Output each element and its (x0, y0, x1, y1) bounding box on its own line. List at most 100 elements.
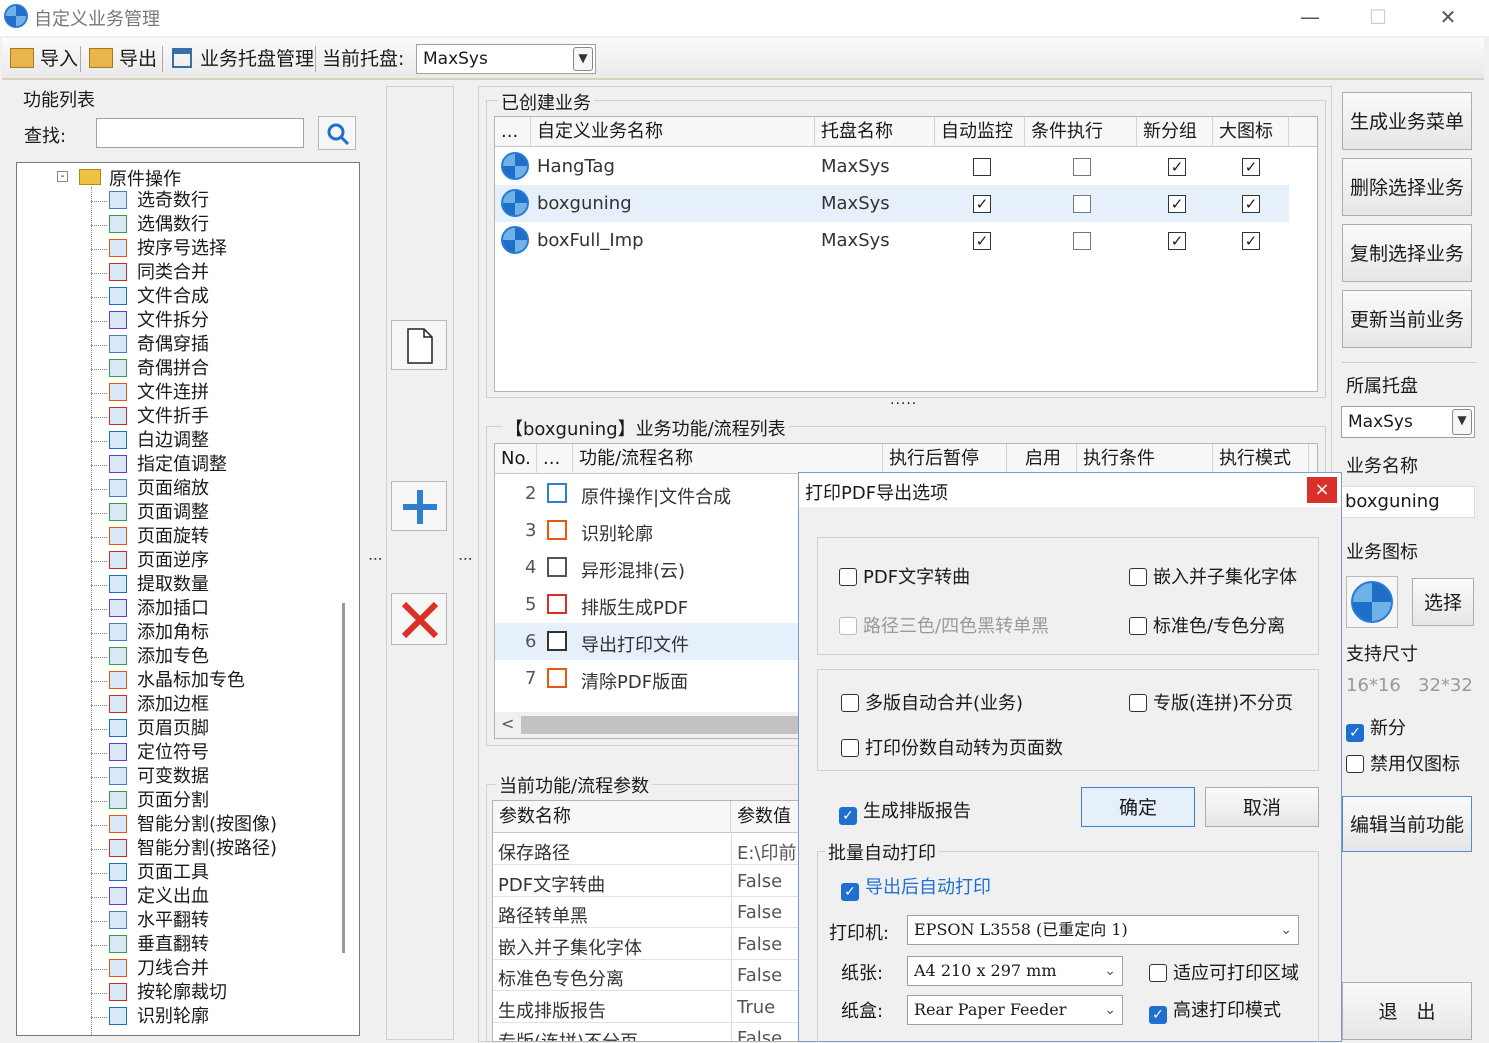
auto-print-checkbox[interactable]: ✓ 导出后自动打印 (841, 873, 991, 901)
tree-item[interactable]: 文件合成 (91, 285, 209, 309)
path-black-checkbox[interactable]: 路径三色/四色黑转单黑 (839, 612, 1049, 638)
tree-item[interactable]: 奇偶穿插 (91, 333, 209, 357)
import-button[interactable]: 导入 (40, 46, 78, 72)
tray-select[interactable]: Rear Paper Feeder ⌄ (907, 995, 1123, 1025)
tree-item[interactable]: 按序号选择 (91, 237, 227, 261)
color-separation-checkbox[interactable]: 标准色/专色分离 (1129, 612, 1285, 638)
vertical-splitter-mid[interactable]: ⋮ (457, 552, 473, 566)
checkbox-cond[interactable] (1073, 232, 1091, 250)
tree-item[interactable]: 添加插口 (91, 597, 209, 621)
generate-report-checkbox[interactable]: ✓ 生成排版报告 (839, 797, 971, 825)
search-input[interactable] (96, 118, 304, 148)
export-button[interactable]: 导出 (119, 46, 157, 72)
maximize-button[interactable]: ☐ (1348, 2, 1408, 32)
new-group-checkbox[interactable]: ✓ 新分 (1346, 714, 1406, 742)
col-header[interactable]: 执行条件 (1077, 444, 1213, 474)
checkbox-cond[interactable] (1073, 158, 1091, 176)
new-file-button[interactable] (391, 320, 447, 370)
tree-item[interactable]: 添加专色 (91, 645, 209, 669)
col-header[interactable]: 新分组 (1137, 117, 1213, 147)
tree-item[interactable]: 定义出血 (91, 885, 209, 909)
scroll-left-button[interactable]: < (501, 714, 514, 733)
tree-item[interactable]: 水晶标加专色 (91, 669, 245, 693)
paper-select[interactable]: A4 210 x 297 mm ⌄ (907, 956, 1123, 986)
tree-item[interactable]: 添加角标 (91, 621, 209, 645)
tree-item[interactable]: 页面工具 (91, 861, 209, 885)
col-header[interactable]: 参数名称 (493, 801, 731, 833)
checkbox-big[interactable]: ✓ (1242, 158, 1260, 176)
tree-item[interactable]: 可变数据 (91, 765, 209, 789)
tree-item[interactable]: 页面缩放 (91, 477, 209, 501)
current-host-select[interactable]: MaxSys ▼ (416, 44, 596, 74)
tree-item[interactable]: 选奇数行 (91, 189, 209, 213)
tree-item[interactable]: 页面调整 (91, 501, 209, 525)
collapse-icon[interactable]: - (57, 170, 68, 182)
param-row[interactable]: 标准色专色分离 False (493, 960, 799, 991)
col-header[interactable]: 大图标 (1213, 117, 1289, 147)
copies-to-pages-checkbox[interactable]: 打印份数自动转为页面数 (841, 734, 1063, 760)
col-header[interactable]: 自定义业务名称 (531, 117, 815, 147)
param-row[interactable]: 嵌入并子集化字体 False (493, 928, 799, 960)
tree-root-label[interactable]: 原件操作 (109, 165, 181, 191)
fast-print-checkbox[interactable]: ✓ 高速打印模式 (1149, 996, 1281, 1024)
tree-item[interactable]: 水平翻转 (91, 909, 209, 933)
tree-item[interactable]: 白边调整 (91, 429, 209, 453)
remove-function-button[interactable] (391, 593, 447, 645)
tree-item[interactable]: 奇偶拼合 (91, 357, 209, 381)
col-header[interactable]: 托盘名称 (815, 117, 935, 147)
business-name-input[interactable]: boxguning (1341, 486, 1475, 518)
generate-menu-button[interactable]: 生成业务菜单 (1342, 92, 1472, 150)
col-header[interactable]: 自动监控 (935, 117, 1025, 147)
checkbox-big[interactable]: ✓ (1242, 195, 1260, 213)
fit-printable-checkbox[interactable]: 适应可打印区域 (1149, 959, 1299, 985)
tree-item[interactable]: 选偶数行 (91, 213, 209, 237)
tree-item[interactable]: 文件折手 (91, 405, 209, 429)
checkbox-auto[interactable]: ✓ (973, 232, 991, 250)
host-select[interactable]: MaxSys ▼ (1341, 406, 1475, 438)
checkbox-auto[interactable] (973, 158, 991, 176)
tree-item[interactable]: 按轮廓裁切 (91, 981, 227, 1005)
tree-item[interactable]: 提取数量 (91, 573, 209, 597)
no-page-split-checkbox[interactable]: 专版(连拼)不分页 (1129, 689, 1293, 715)
embed-font-checkbox[interactable]: 嵌入并子集化字体 (1129, 563, 1297, 589)
tree-scrollbar[interactable] (342, 603, 345, 953)
vertical-splitter-left[interactable]: ⋮ (367, 552, 383, 566)
tree-item[interactable]: 智能分割(按图像) (91, 813, 277, 837)
tree-item[interactable]: 页面分割 (91, 789, 209, 813)
delete-selected-button[interactable]: 删除选择业务 (1342, 158, 1472, 216)
tree-item[interactable]: 智能分割(按路径) (91, 837, 277, 861)
checkbox-group[interactable]: ✓ (1168, 232, 1186, 250)
choose-icon-button[interactable]: 选择 (1412, 578, 1474, 626)
param-row[interactable]: 保存路径 E:\印前 (493, 834, 799, 865)
tree-item[interactable]: 识别轮廓 (91, 1005, 209, 1029)
tree-item[interactable]: 定位符号 (91, 741, 209, 765)
col-header[interactable]: 启用 (1007, 444, 1077, 474)
tree-item[interactable]: 同类合并 (91, 261, 209, 285)
checkbox-group[interactable]: ✓ (1168, 158, 1186, 176)
checkbox-auto[interactable]: ✓ (973, 195, 991, 213)
ok-button[interactable]: 确定 (1081, 787, 1195, 827)
col-header[interactable]: 参数值 (731, 801, 801, 833)
table-row[interactable]: boxguning MaxSys ✓ ✓ ✓ (495, 185, 1289, 222)
table-row[interactable]: HangTag MaxSys ✓ ✓ (495, 148, 1289, 185)
search-button[interactable] (318, 116, 356, 150)
text-curve-checkbox[interactable]: PDF文字转曲 (839, 563, 970, 589)
checkbox-big[interactable]: ✓ (1242, 232, 1260, 250)
tree-item[interactable]: 刀线合并 (91, 957, 209, 981)
dialog-close-button[interactable]: × (1307, 477, 1337, 503)
copy-selected-button[interactable]: 复制选择业务 (1342, 224, 1472, 282)
update-current-button[interactable]: 更新当前业务 (1342, 290, 1472, 348)
minimize-button[interactable]: — (1280, 2, 1340, 32)
scroll-thumb[interactable] (521, 716, 801, 734)
tree-item[interactable]: 页眉页脚 (91, 717, 209, 741)
icon-only-checkbox[interactable]: 禁用仅图标 (1346, 750, 1460, 776)
col-header[interactable]: 执行后暂停 (883, 444, 1007, 474)
param-row[interactable]: 专版(连拼)不分页False (493, 1023, 799, 1041)
col-header[interactable]: ... (537, 444, 573, 474)
param-row[interactable]: PDF文字转曲 False (493, 865, 799, 897)
col-header[interactable]: 执行模式 (1213, 444, 1309, 474)
table-row[interactable]: boxFull_Imp MaxSys ✓ ✓ ✓ (495, 222, 1289, 259)
col-header[interactable]: ... (495, 117, 531, 147)
col-header[interactable]: 功能/流程名称 (573, 444, 883, 474)
host-management-button[interactable]: 业务托盘管理 (200, 46, 314, 72)
